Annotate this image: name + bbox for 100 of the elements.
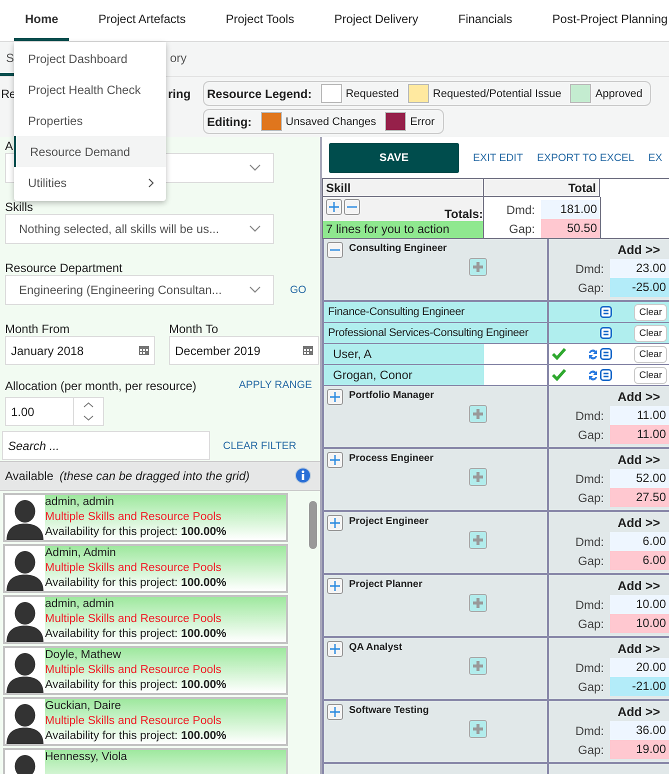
scrollbar-thumb[interactable] (309, 501, 317, 549)
list-icon[interactable] (600, 348, 612, 360)
calendar-icon[interactable] (139, 346, 149, 355)
legend-title: Editing: (207, 114, 252, 128)
add-link[interactable]: Add >> (618, 388, 660, 406)
resource-pool-name: Professional Services-Consulting Engineer (324, 323, 549, 343)
add-line-icon[interactable] (469, 594, 487, 612)
demand-value: 36.00 (610, 721, 669, 740)
clear-filter-button[interactable]: CLEAR FILTER (223, 440, 296, 452)
add-link[interactable]: Add >> (618, 640, 660, 658)
clear-button[interactable]: Clear (634, 304, 667, 320)
availability-text: Availability for this project: 100.00% (45, 525, 226, 540)
gap-value: 10.00 (610, 614, 669, 633)
header-text: ring (168, 87, 191, 101)
chevron-right-icon (148, 178, 154, 188)
expand-icon[interactable] (327, 704, 343, 720)
expand-icon[interactable] (327, 389, 343, 405)
apply-range-button[interactable]: APPLY RANGE (238, 379, 312, 391)
resource-card[interactable]: Admin, Admin Multiple Skills and Resource Pools Availability for this project: 100.00% (3, 544, 288, 593)
add-line-icon[interactable] (469, 657, 487, 675)
stepper-down-icon[interactable] (83, 415, 94, 422)
value-label: Gap: (578, 616, 604, 630)
field-label: Resource Department (5, 261, 122, 275)
refresh-icon[interactable] (587, 368, 600, 382)
gap-value: 6.00 (610, 551, 669, 570)
nav-item[interactable]: Project Delivery (323, 0, 430, 41)
collapse-all-icon[interactable] (344, 199, 360, 215)
skill-name: Process Engineer (349, 452, 434, 464)
resource-card[interactable]: Doyle, Mathew Multiple Skills and Resource Pools Availability for this project: 100.00% (3, 646, 288, 695)
legend-label: Unsaved Changes (286, 116, 376, 128)
expand-icon[interactable] (327, 452, 343, 468)
info-icon[interactable] (294, 467, 312, 485)
list-icon[interactable] (600, 306, 612, 318)
stepper-up-icon[interactable] (83, 402, 94, 408)
expand-icon[interactable] (327, 641, 343, 657)
clear-button[interactable]: Clear (634, 324, 667, 342)
date-field[interactable]: December 2019 (169, 336, 319, 365)
resource-card[interactable]: Hennessy, Viola (3, 748, 288, 774)
legend-label: Error (410, 116, 435, 128)
nav-item[interactable]: Project Artefacts (87, 0, 197, 41)
resource-card[interactable]: admin, admin Multiple Skills and Resource Pools Availability for this project: 100.00% (3, 493, 288, 542)
value-label: Dmd: (575, 262, 604, 276)
value-label: Dmd: (575, 598, 604, 612)
column-header: Skill (322, 179, 484, 197)
save-button[interactable]: SAVE (329, 142, 459, 172)
add-line-icon[interactable] (469, 531, 487, 549)
nav-item[interactable]: Project Tools (214, 0, 306, 41)
date-field[interactable]: January 2018 (5, 336, 155, 365)
go-button[interactable]: GO (290, 275, 306, 304)
refresh-icon[interactable] (587, 348, 600, 360)
add-link[interactable]: Add >> (618, 451, 660, 469)
menu-item[interactable]: Utilities (14, 167, 166, 198)
toolbar-link[interactable]: EXPORT TO EXCEL (536, 152, 634, 164)
field-label: Month From (5, 322, 70, 336)
availability-text: Availability for this project: 100.00% (45, 576, 226, 591)
collapse-icon[interactable] (327, 242, 343, 258)
add-link[interactable]: Add >> (618, 703, 660, 721)
gap-value: 50.50 (541, 219, 600, 238)
menu-item[interactable]: Properties (14, 105, 166, 136)
clear-button[interactable]: Clear (634, 346, 667, 362)
add-link[interactable]: Add >> (618, 241, 660, 259)
resource-card[interactable]: Guckian, Daire Multiple Skills and Resource Pools Availability for this project: 100.00% (3, 697, 288, 746)
resource-name: Admin, Admin (45, 546, 117, 561)
skill-name: Project Engineer (349, 515, 428, 527)
resource-name: User, A (324, 344, 484, 364)
clear-button[interactable]: Clear (634, 366, 667, 384)
list-note: (these can be dragged into the grid) (59, 469, 250, 483)
dropdown-field[interactable]: Engineering (Engineering Consultan... (5, 275, 274, 305)
list-title: Available (5, 469, 54, 483)
list-icon[interactable] (600, 327, 612, 339)
legend-label: Approved (595, 88, 642, 100)
dropdown-field[interactable]: Nothing selected, all skills will be us... (5, 214, 274, 244)
availability-text: Availability for this project: 100.00% (45, 627, 226, 642)
add-line-icon[interactable] (469, 405, 487, 423)
value-label: Gap: (508, 222, 535, 236)
expand-icon[interactable] (327, 515, 343, 531)
resource-card[interactable]: admin, admin Multiple Skills and Resource Pools Availability for this project: 100.00% (3, 595, 288, 644)
expand-icon[interactable] (327, 578, 343, 594)
search-field[interactable]: Search ... (2, 431, 210, 460)
resource-name: Guckian, Daire (45, 699, 122, 714)
add-link[interactable]: Add >> (618, 577, 660, 595)
value-label: Dmd: (575, 472, 604, 486)
add-line-icon[interactable] (469, 258, 487, 276)
toolbar-link[interactable]: EXIT EDIT (473, 152, 523, 164)
menu-item[interactable]: Project Health Check (14, 74, 166, 105)
menu-item[interactable]: Project Dashboard (14, 43, 166, 74)
expand-all-icon[interactable] (326, 199, 342, 215)
add-link[interactable]: Add >> (618, 514, 660, 532)
toolbar-link[interactable]: EX (648, 152, 662, 164)
tab[interactable]: ory (168, 42, 189, 76)
number-field[interactable]: 1.00 (5, 397, 104, 426)
list-icon[interactable] (600, 369, 612, 381)
nav-item[interactable]: Post-Project Planning (541, 0, 669, 41)
nav-item[interactable]: Financials (447, 0, 524, 41)
calendar-icon[interactable] (303, 346, 313, 355)
add-line-icon[interactable] (469, 720, 487, 738)
field-label: Month To (169, 322, 218, 336)
menu-item[interactable]: Resource Demand (14, 136, 166, 167)
field-label: Skills (5, 200, 34, 214)
add-line-icon[interactable] (469, 468, 487, 486)
